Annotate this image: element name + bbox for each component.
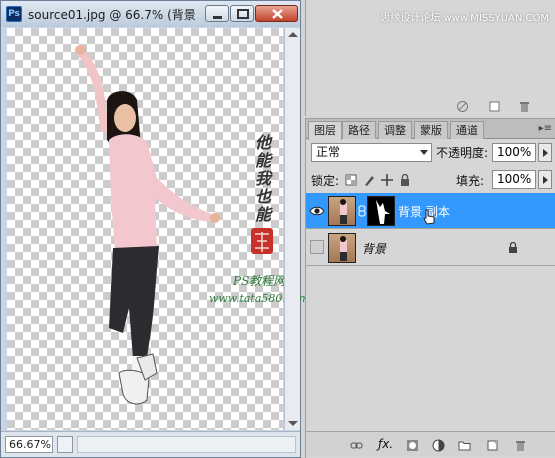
image-canvas[interactable]: 他能我也能 PS教程网 www.tata580.com [7, 28, 309, 430]
tab-paths[interactable]: 路径 [342, 121, 376, 139]
photoshop-app-icon: Ps [6, 6, 22, 22]
tab-adjustments[interactable]: 调整 [378, 121, 412, 139]
scroll-down-arrow-icon[interactable] [288, 421, 298, 426]
opacity-label: 不透明度: [436, 146, 489, 160]
lock-icon [509, 242, 517, 253]
link-layers-icon[interactable] [350, 439, 363, 452]
eye-icon[interactable] [309, 203, 325, 219]
opacity-input[interactable]: 100% [492, 143, 536, 162]
document-title-bar[interactable]: Ps source01.jpg @ 66.7% (背景 [1, 1, 300, 27]
trash-icon[interactable] [518, 100, 531, 113]
person-cutout-image [74, 45, 273, 405]
person-thumbnail-icon [340, 199, 347, 224]
add-mask-icon[interactable] [406, 439, 419, 452]
layer-mask-thumbnail[interactable] [367, 196, 395, 226]
opacity-slider-arrow[interactable] [538, 143, 552, 162]
vertical-scrollbar[interactable] [284, 28, 300, 430]
layer-thumbnail[interactable] [328, 196, 356, 226]
new-layer-icon[interactable] [486, 439, 499, 452]
hand-cursor-icon [423, 209, 435, 225]
layer-row-background-copy[interactable]: 背景 副本 [306, 193, 555, 229]
panel-menu-icon[interactable]: ▸≡ [539, 123, 552, 134]
layers-panel: 图层 路径 调整 蒙版 通道 ▸≡ 正常 不透明度: 100% 锁定: 填充: … [305, 118, 555, 458]
lock-image-pixels-icon[interactable] [363, 174, 375, 186]
tab-layers[interactable]: 图层 [308, 121, 342, 140]
close-button[interactable] [255, 5, 298, 22]
trash-icon[interactable] [514, 439, 527, 452]
new-group-icon[interactable] [458, 439, 471, 452]
tab-masks[interactable]: 蒙版 [414, 121, 448, 139]
close-icon [272, 9, 283, 19]
fill-label: 填充: [456, 174, 485, 188]
layer-row-background[interactable]: 背景 [306, 230, 555, 266]
calligraphy-watermark: 他能我也能 [255, 133, 272, 224]
lock-position-icon[interactable] [381, 174, 393, 186]
chevron-down-icon [420, 150, 428, 155]
layer-style-icon[interactable]: ƒx. [378, 437, 393, 451]
blend-mode-select[interactable]: 正常 [311, 143, 432, 162]
lock-label: 锁定: [311, 174, 340, 188]
visibility-toggle[interactable] [310, 240, 324, 254]
status-menu-button[interactable] [57, 436, 73, 453]
document-title: source01.jpg @ 66.7% (背景 [28, 8, 196, 22]
minimize-icon [213, 16, 222, 19]
mask-silhouette-icon [376, 200, 390, 224]
scroll-up-arrow-icon[interactable] [288, 32, 298, 37]
fill-input[interactable]: 100% [492, 170, 536, 189]
upper-panel-footer [306, 98, 555, 116]
clear-icon[interactable] [456, 100, 469, 113]
document-status-bar: 66.67% [1, 431, 300, 457]
tutorial-site-name-watermark: PS教程网 [233, 274, 286, 288]
fill-slider-arrow[interactable] [538, 170, 552, 189]
minimize-button[interactable] [205, 5, 229, 22]
layer-name[interactable]: 背景 [362, 240, 386, 257]
person-thumbnail-icon [340, 236, 347, 261]
mask-link-chain-icon[interactable] [358, 205, 366, 217]
zoom-level-field[interactable]: 66.67% [5, 436, 53, 453]
lock-transparent-pixels-icon[interactable] [345, 174, 357, 186]
site-watermark: 思缘设计论坛 www.MISSYUAN.COM [380, 13, 549, 24]
horizontal-scrollbar[interactable] [77, 436, 296, 453]
tab-channels[interactable]: 通道 [450, 121, 484, 139]
lock-all-icon[interactable] [399, 174, 411, 186]
layer-thumbnail[interactable] [328, 233, 356, 263]
upper-panel: 思缘设计论坛 www.MISSYUAN.COM [305, 0, 555, 116]
document-window: Ps source01.jpg @ 66.7% (背景 他能我也能 PS教程网 … [0, 0, 309, 458]
maximize-icon [237, 9, 249, 19]
blend-mode-value: 正常 [316, 145, 341, 159]
panel-tab-bar: 图层 路径 调整 蒙版 通道 ▸≡ [306, 119, 555, 140]
adjustment-layer-icon[interactable] [432, 439, 445, 452]
new-item-icon[interactable] [488, 100, 501, 113]
layers-panel-footer: ƒx. [306, 431, 555, 457]
maximize-button[interactable] [230, 5, 254, 22]
